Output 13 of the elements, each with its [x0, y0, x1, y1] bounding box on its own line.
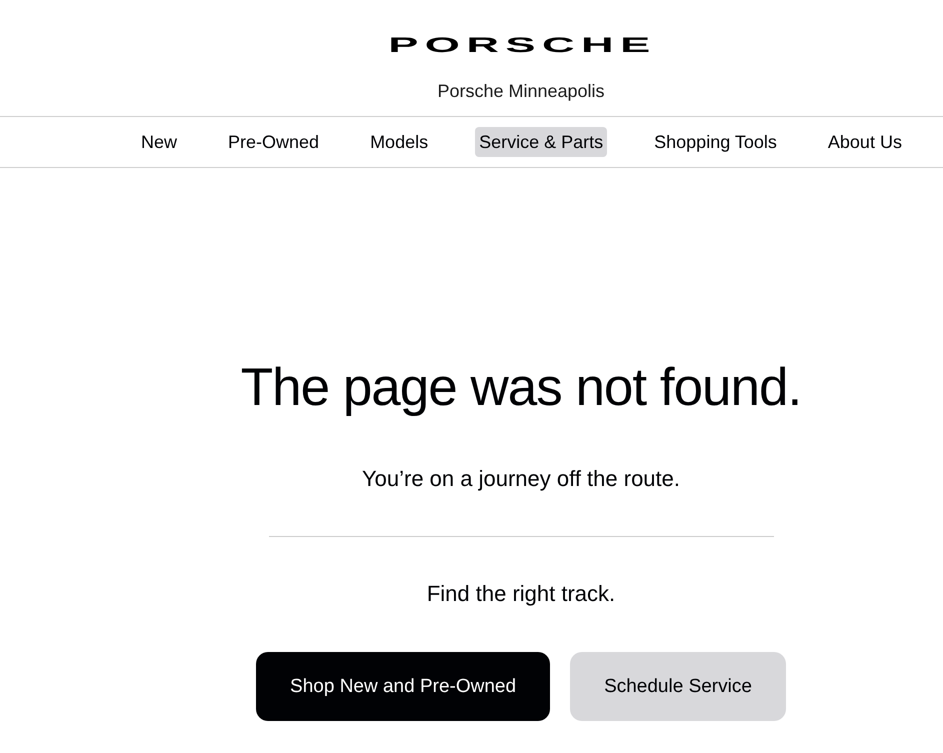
- nav-link[interactable]: Shopping Tools: [650, 127, 781, 157]
- shop-button[interactable]: Shop New and Pre-Owned: [256, 652, 550, 721]
- nav-link[interactable]: Pre-Owned: [224, 127, 324, 157]
- schedule-button[interactable]: Schedule Service: [570, 652, 786, 721]
- nav-link[interactable]: Models: [366, 127, 432, 157]
- dealer-name: Porsche Minneapolis: [437, 80, 605, 103]
- prompt-text: Find the right track.: [426, 580, 616, 608]
- nav-link[interactable]: New: [137, 127, 182, 157]
- error-subtitle: You’re on a journey off the route.: [362, 465, 680, 493]
- nav-link[interactable]: Service & Parts: [475, 127, 608, 157]
- brand-logo[interactable]: PORSCHE: [388, 33, 657, 59]
- error-heading: The page was not found.: [240, 357, 802, 419]
- nav-link[interactable]: About Us: [824, 127, 906, 157]
